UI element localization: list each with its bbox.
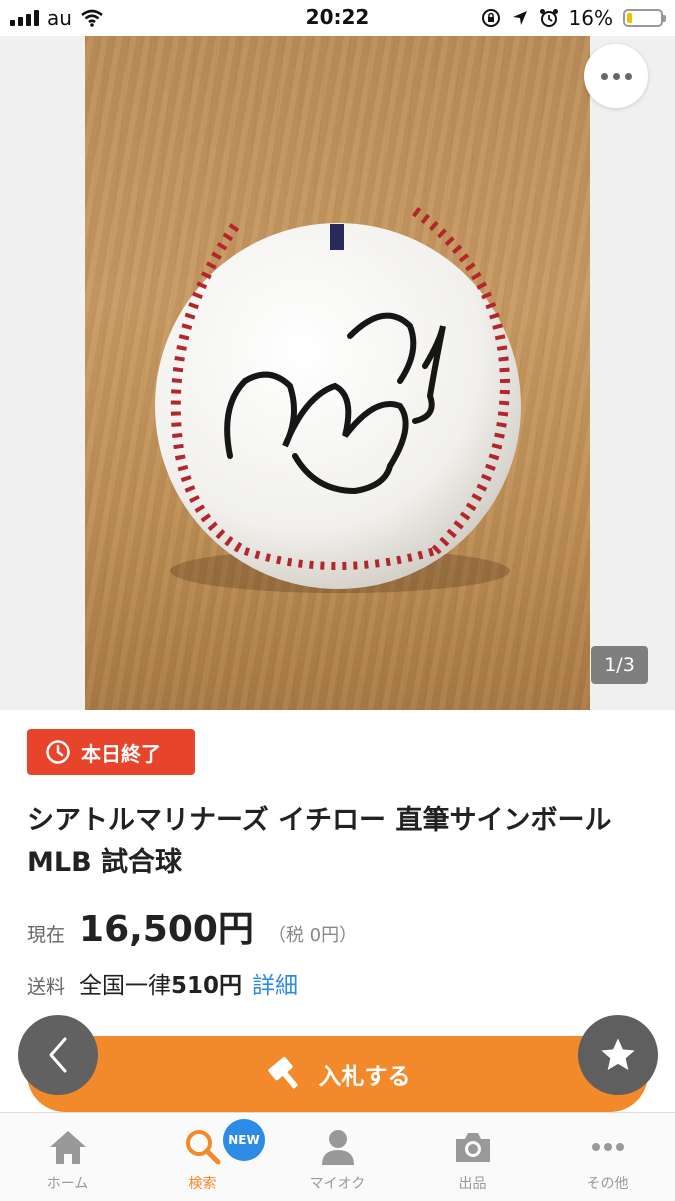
product-photo[interactable] <box>85 36 590 710</box>
bid-button[interactable]: 入札する <box>27 1036 648 1112</box>
price-label: 現在 <box>27 924 66 946</box>
more-icon <box>591 1143 624 1151</box>
image-counter: 1/3 <box>591 646 648 684</box>
clock-icon <box>46 740 70 764</box>
person-icon <box>321 1130 354 1165</box>
tab-other-label: その他 <box>586 1176 629 1192</box>
shipping-detail-link[interactable]: 詳細 <box>252 966 298 1000</box>
back-button[interactable] <box>18 1015 98 1095</box>
listing-title: シアトルマリナーズ イチロー 直筆サインボール MLB 試合球 <box>27 805 612 878</box>
camera-icon <box>455 1133 490 1162</box>
new-badge: NEW <box>223 1119 265 1161</box>
search-icon <box>185 1130 220 1165</box>
shipping-value: 全国一律510円 <box>79 966 242 1000</box>
tab-other[interactable]: その他 <box>540 1113 675 1201</box>
more-dots-icon <box>600 72 608 80</box>
rotation-lock-icon <box>481 9 500 27</box>
shipping-label: 送料 <box>27 976 66 998</box>
chevron-left-icon <box>49 1037 67 1073</box>
tab-bar: ホーム 検索 NEW マイオク 出品 その他 <box>0 1112 675 1201</box>
tab-myauction-label: マイオク <box>309 1176 366 1192</box>
battery-percent: 16% <box>568 6 613 30</box>
battery-icon <box>623 9 666 27</box>
ending-badge-label: 本日終了 <box>81 741 161 766</box>
shipping-amount: 510円 <box>171 973 243 999</box>
tab-home-label: ホーム <box>46 1176 89 1192</box>
tab-sell-label: 出品 <box>458 1176 487 1192</box>
tab-myauction[interactable]: マイオク <box>270 1113 405 1201</box>
image-gallery[interactable]: 1/3 <box>0 36 675 710</box>
star-icon <box>601 1038 635 1070</box>
home-icon <box>49 1131 86 1164</box>
tab-sell[interactable]: 出品 <box>405 1113 540 1201</box>
tab-home[interactable]: ホーム <box>0 1113 135 1201</box>
location-icon <box>512 11 527 25</box>
ending-today-badge: 本日終了 <box>27 729 195 775</box>
shipping-row: 送料 全国一律510円 詳細 <box>27 966 298 1000</box>
price-row: 現在 16,500円 （税 0円） <box>27 900 357 960</box>
current-price: 16,500円 <box>79 909 254 950</box>
tab-search-label: 検索 <box>188 1176 217 1192</box>
tab-search[interactable]: 検索 NEW <box>135 1113 270 1201</box>
alarm-icon <box>539 9 558 27</box>
watchlist-star-button[interactable] <box>578 1015 658 1095</box>
more-options-button[interactable] <box>584 44 648 108</box>
status-bar: au 20:22 16% <box>0 0 675 36</box>
tax-amount: （税 0円） <box>267 925 358 946</box>
shipping-prefix: 全国一律 <box>79 973 172 999</box>
gavel-icon <box>267 1057 298 1089</box>
bid-button-label: 入札する <box>318 1064 411 1090</box>
signed-baseball-image <box>155 206 521 593</box>
